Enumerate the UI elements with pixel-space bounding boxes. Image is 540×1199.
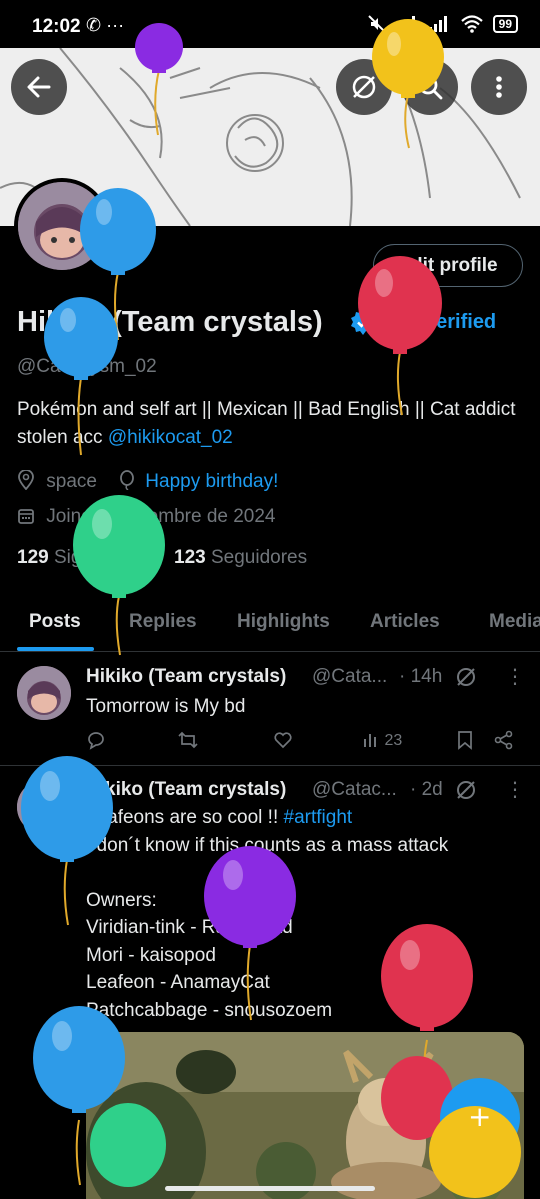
location-pin-icon [18, 469, 34, 491]
profile-avatar[interactable] [14, 178, 110, 274]
tweet-more-button[interactable]: ⋮ [505, 664, 525, 689]
profile-tabs: Posts Replies Highlights Articles Media [0, 600, 540, 652]
search-button[interactable] [402, 59, 458, 115]
profile-handle: @Cataclysm_02 [17, 356, 157, 377]
arrow-left-icon [27, 76, 51, 98]
like-icon[interactable] [273, 730, 293, 750]
joined-row: Joined septiembre de 2024 [17, 506, 276, 528]
profile-bio: Pokémon and self art || Mexican || Bad E… [17, 396, 527, 452]
tweet-time[interactable]: · 14h [399, 666, 442, 688]
active-tab-indicator [17, 647, 94, 651]
share-icon[interactable] [494, 730, 514, 750]
home-indicator[interactable] [165, 1186, 375, 1191]
mute-icon [367, 15, 386, 33]
tab-replies[interactable]: Replies [129, 611, 197, 633]
profile-name: Hikiko (Team crystals) [17, 306, 323, 338]
tweet[interactable]: Hikiko (Team crystals) @Cata... · 14h ⋮ … [0, 653, 540, 766]
more-options-button[interactable] [471, 59, 527, 115]
status-right: 99 [367, 14, 518, 34]
following-label: Siguiendo [53, 547, 139, 568]
reply-icon[interactable] [86, 730, 106, 750]
calendar-icon [18, 509, 34, 524]
tab-articles[interactable]: Articles [370, 611, 440, 633]
tweet-author-handle[interactable]: @Catac... [312, 779, 397, 801]
tweet-media-image[interactable] [86, 1032, 524, 1199]
repost-icon[interactable] [177, 730, 199, 750]
views-icon [364, 734, 376, 747]
more-vertical-icon [496, 76, 502, 98]
avatar-art [18, 182, 106, 270]
avatar-art [17, 666, 71, 720]
notification-icons: ✆ ··· [86, 15, 125, 35]
signal-icon [396, 16, 415, 32]
search-icon [418, 75, 443, 100]
tweet-more-button[interactable]: ⋮ [505, 777, 525, 802]
tweet-actions: 23 [86, 730, 516, 754]
following-count: 129 [17, 547, 49, 568]
following-link[interactable]: 129 Siguiendo [17, 547, 139, 569]
tweet-author-name[interactable]: Hikiko (Team crystals) [86, 779, 286, 801]
views-button[interactable]: 23 [362, 730, 402, 750]
location-row: space [17, 469, 97, 493]
birthday-link[interactable]: Happy birthday! [145, 471, 278, 492]
followers-link[interactable]: 123 Seguidores [174, 547, 307, 569]
tab-posts[interactable]: Posts [29, 611, 81, 633]
tweet-text: Leafeons are so cool !! #artfight I don´t… [86, 804, 448, 1024]
tweet-author-name[interactable]: Hikiko (Team crystals) [86, 666, 286, 688]
balloon-icon [120, 470, 134, 491]
tweet-text-start: Leafeons are so cool !! [86, 807, 284, 828]
bookmark-icon[interactable] [456, 730, 474, 750]
grok-icon[interactable] [455, 666, 477, 688]
back-button[interactable] [11, 59, 67, 115]
joined-text: Joined septiembre de 2024 [46, 506, 276, 527]
followers-count: 123 [174, 547, 206, 568]
tweet-author-handle[interactable]: @Cata... [312, 666, 387, 688]
wifi-icon [460, 15, 483, 33]
bio-text: Pokémon and self art || Mexican || Bad E… [17, 399, 516, 448]
signal-icon-2 [428, 16, 447, 32]
views-count: 23 [384, 732, 403, 749]
artwork-image [86, 1032, 524, 1199]
grok-icon[interactable] [455, 779, 477, 801]
hashtag-link[interactable]: #artfight [284, 807, 353, 828]
birthday-row: Happy birthday! [118, 470, 278, 493]
tweet-text-rest: I don´t know if this counts as a mass at… [86, 834, 449, 1021]
bio-mention-link[interactable]: @hikikocat_02 [108, 427, 233, 448]
battery-indicator: 99 [492, 15, 518, 33]
verified-badge-icon[interactable] [349, 309, 377, 337]
avatar[interactable] [17, 666, 71, 720]
tweet-time[interactable]: · 2d [410, 779, 443, 801]
tab-highlights[interactable]: Highlights [237, 611, 330, 633]
status-time: 12:02 [32, 16, 81, 37]
grok-button[interactable] [336, 59, 392, 115]
tweet-text: Tomorrow is My bd [86, 696, 246, 717]
grok-icon [352, 75, 376, 99]
get-verified-link[interactable]: Get Verified [385, 311, 496, 334]
location-text: space [46, 471, 97, 492]
avatar-art [17, 780, 71, 834]
followers-label: Seguidores [210, 547, 308, 568]
status-bar: 12:02 ✆ ··· 99 [0, 0, 540, 48]
edit-profile-button[interactable]: Edit profile [373, 244, 523, 287]
avatar[interactable] [17, 780, 71, 834]
tab-media[interactable]: Media [489, 611, 540, 633]
